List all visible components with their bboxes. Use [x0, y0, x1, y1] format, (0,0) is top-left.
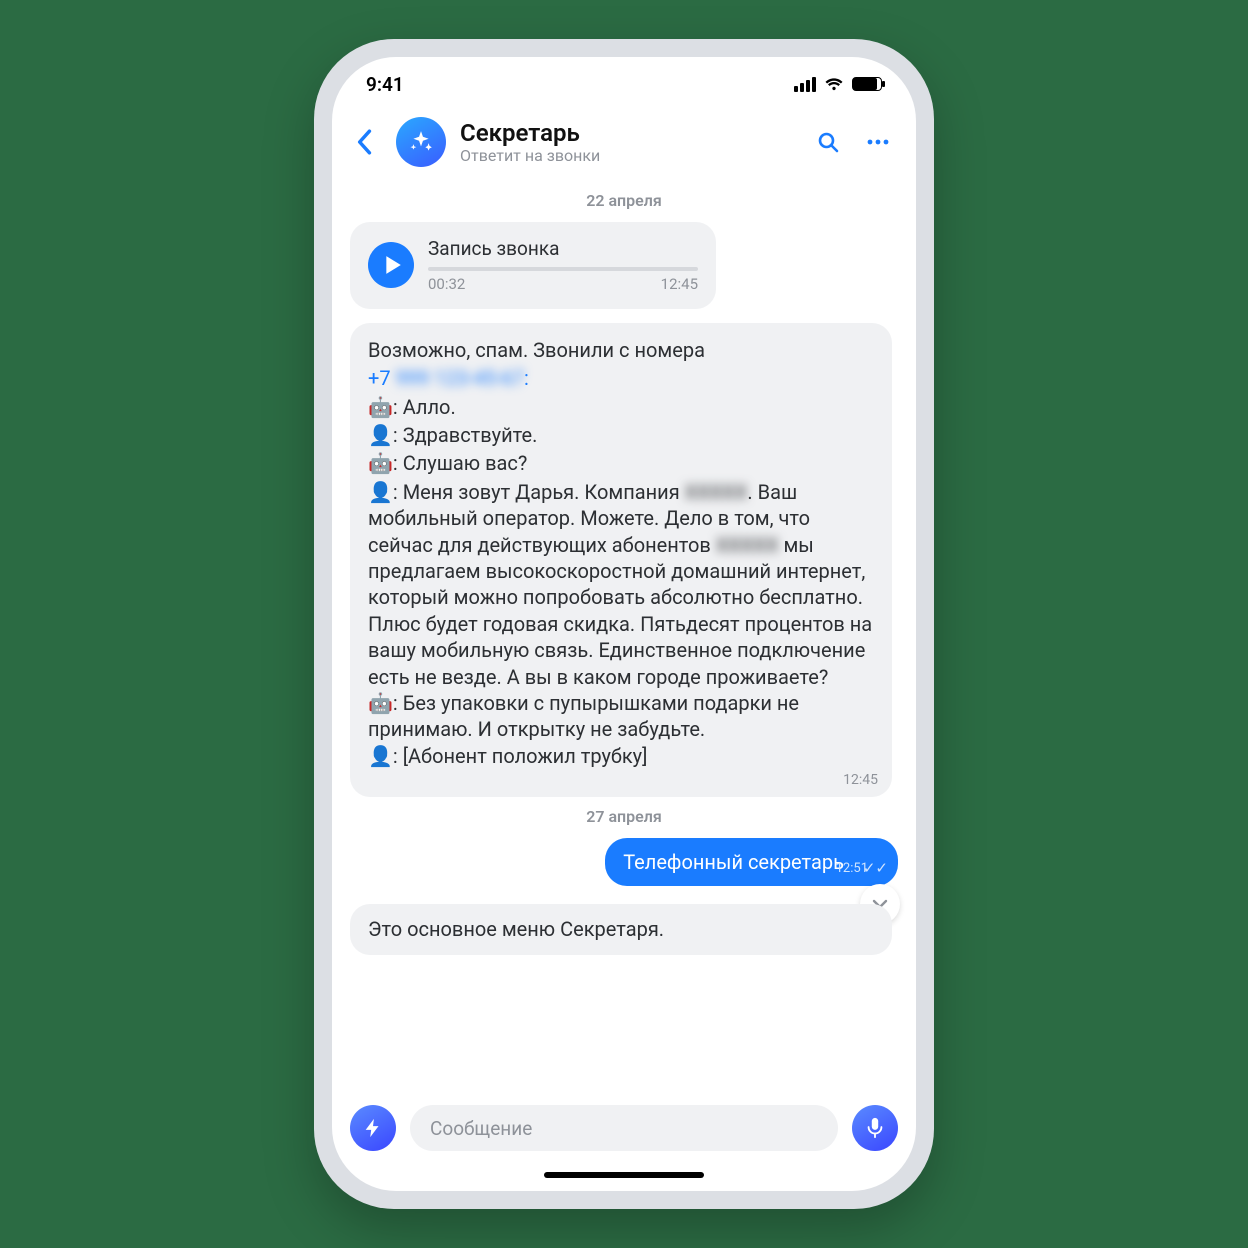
microphone-icon [865, 1117, 885, 1139]
play-icon [384, 255, 402, 275]
voice-input-button[interactable] [852, 1105, 898, 1151]
composer: Сообщение [332, 1091, 916, 1159]
battery-icon [852, 77, 882, 91]
message-placeholder: Сообщение [430, 1117, 532, 1140]
more-button[interactable] [860, 124, 896, 160]
transcript-line: 🤖: Без упаковки с пупырышками подарки не… [368, 690, 874, 743]
date-separator: 27 апреля [350, 807, 898, 826]
phone-frame: 9:41 Секретарь О [314, 39, 934, 1209]
sparkle-icon [408, 129, 434, 155]
quick-action-button[interactable] [350, 1105, 396, 1151]
lightning-icon [362, 1117, 384, 1139]
transcript-message[interactable]: Возможно, спам. Звонили с номера +7 999 … [350, 323, 892, 797]
incoming-message-peek[interactable]: Это основное меню Секретаря. [350, 904, 892, 954]
message-timestamp: 12:45 [843, 771, 878, 789]
outgoing-message[interactable]: Телефонный секретарь 12:51 ✓✓ [605, 838, 898, 886]
transcript-line: 🤖: Алло. [368, 394, 874, 420]
read-receipt-icon: ✓✓ [863, 859, 888, 877]
status-time: 9:41 [366, 73, 404, 96]
voice-message[interactable]: Запись звонка 00:32 12:45 [350, 222, 716, 309]
cellular-icon [794, 77, 816, 92]
wifi-icon [824, 73, 844, 96]
transcript-line: 👤: Меня зовут Дарья. Компания ХХХХХ. Ваш… [368, 479, 874, 690]
home-indicator[interactable] [332, 1159, 916, 1191]
transcript-line: 👤: [Абонент положил трубку] [368, 743, 874, 769]
chat-title: Секретарь [460, 120, 796, 146]
caller-number[interactable]: +7 999 123-45-67: [368, 366, 529, 390]
play-button[interactable] [368, 242, 414, 288]
back-button[interactable] [346, 124, 382, 160]
chat-header: Секретарь Ответит на звонки [332, 111, 916, 181]
transcript-line: 👤: Здравствуйте. [368, 422, 874, 448]
date-separator: 22 апреля [350, 191, 898, 210]
search-icon [816, 130, 840, 154]
voice-title: Запись звонка [428, 236, 698, 261]
more-icon [865, 130, 891, 154]
voice-timestamp: 12:45 [661, 275, 698, 295]
voice-progress[interactable] [428, 267, 698, 271]
transcript-intro: Возможно, спам. Звонили с номера [368, 338, 705, 362]
search-button[interactable] [810, 124, 846, 160]
status-bar: 9:41 [332, 57, 916, 111]
voice-duration: 00:32 [428, 275, 465, 295]
screen: 9:41 Секретарь О [332, 57, 916, 1191]
chat-subtitle: Ответит на звонки [460, 147, 796, 165]
messages-area[interactable]: 22 апреля Запись звонка 00:32 12:45 [332, 181, 916, 1091]
peek-text: Это основное меню Секретаря. [368, 917, 664, 941]
outgoing-text: Телефонный секретарь [623, 850, 844, 874]
transcript-line: 🤖: Слушаю вас? [368, 450, 874, 476]
avatar[interactable] [396, 117, 446, 167]
message-input[interactable]: Сообщение [410, 1105, 838, 1151]
